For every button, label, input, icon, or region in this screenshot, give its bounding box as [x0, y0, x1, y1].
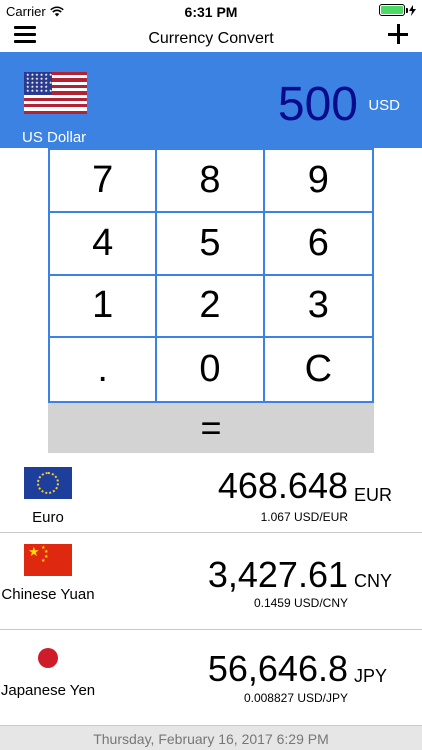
currency-name: Japanese Yen: [0, 682, 96, 699]
key-3[interactable]: 3: [264, 276, 372, 339]
us-flag-icon: ★★★★★★ ★★★★★ ★★★★★★ ★★★★★ ★★★★★★: [24, 72, 87, 114]
currency-code: CNY: [354, 571, 393, 591]
status-bar: Carrier 6:31 PM: [0, 0, 422, 22]
currency-row-cny[interactable]: ★ ★ ★ ★ ★ Chinese Yuan 3,427.61 CNY 0.14…: [0, 533, 422, 630]
nav-bar: Currency Convert: [0, 22, 422, 52]
key-9[interactable]: 9: [264, 150, 372, 213]
exchange-rate: 0.1459 USD/CNY: [253, 596, 348, 610]
key-1[interactable]: 1: [50, 275, 158, 339]
key-2[interactable]: 2: [157, 275, 265, 339]
equals-button[interactable]: =: [48, 403, 374, 453]
currency-code: JPY: [354, 666, 388, 686]
key-decimal[interactable]: .: [50, 338, 158, 401]
key-4[interactable]: 4: [50, 212, 158, 276]
currency-name: Chinese Yuan: [1, 586, 95, 603]
cn-flag-icon: ★ ★ ★ ★ ★: [24, 544, 72, 576]
key-6[interactable]: 6: [264, 213, 372, 276]
numeric-keypad: 7 8 9 4 5 6 1 2 3 . 0 C: [48, 148, 374, 403]
base-currency-name: US Dollar: [22, 129, 87, 146]
key-7[interactable]: 7: [50, 150, 158, 213]
page-title: Currency Convert: [148, 30, 274, 47]
currency-code: EUR: [354, 485, 393, 505]
base-currency-panel[interactable]: ★★★★★★ ★★★★★ ★★★★★★ ★★★★★ ★★★★★★ US Doll…: [0, 52, 422, 148]
converted-amount: 3,427.61: [207, 554, 348, 595]
eu-flag-icon: [24, 467, 72, 499]
currency-row-eur[interactable]: Euro 468.648 EUR 1.067 USD/EUR: [0, 453, 422, 533]
exchange-rate: 0.008827 USD/JPY: [243, 691, 348, 705]
base-currency-code: USD: [368, 97, 400, 114]
key-0[interactable]: 0: [157, 338, 265, 401]
currency-name: Euro: [32, 509, 64, 526]
converted-amount: 468.648: [217, 465, 348, 506]
battery-icon: [379, 4, 408, 16]
exchange-rate: 1.067 USD/EUR: [260, 510, 348, 524]
add-currency-icon[interactable]: [388, 24, 408, 44]
last-updated-timestamp: Thursday, February 16, 2017 6:29 PM: [0, 726, 422, 750]
charging-icon: [409, 4, 416, 16]
jp-flag-icon: [24, 642, 72, 674]
status-time: 6:31 PM: [184, 4, 238, 20]
key-8[interactable]: 8: [157, 150, 265, 213]
converted-amount: 56,646.8: [207, 648, 348, 689]
key-5[interactable]: 5: [157, 212, 265, 276]
base-amount: 500: [277, 78, 358, 131]
currency-row-jpy[interactable]: Japanese Yen 56,646.8 JPY 0.008827 USD/J…: [0, 630, 422, 726]
key-clear[interactable]: C: [265, 338, 372, 401]
battery-indicator: [379, 4, 416, 16]
